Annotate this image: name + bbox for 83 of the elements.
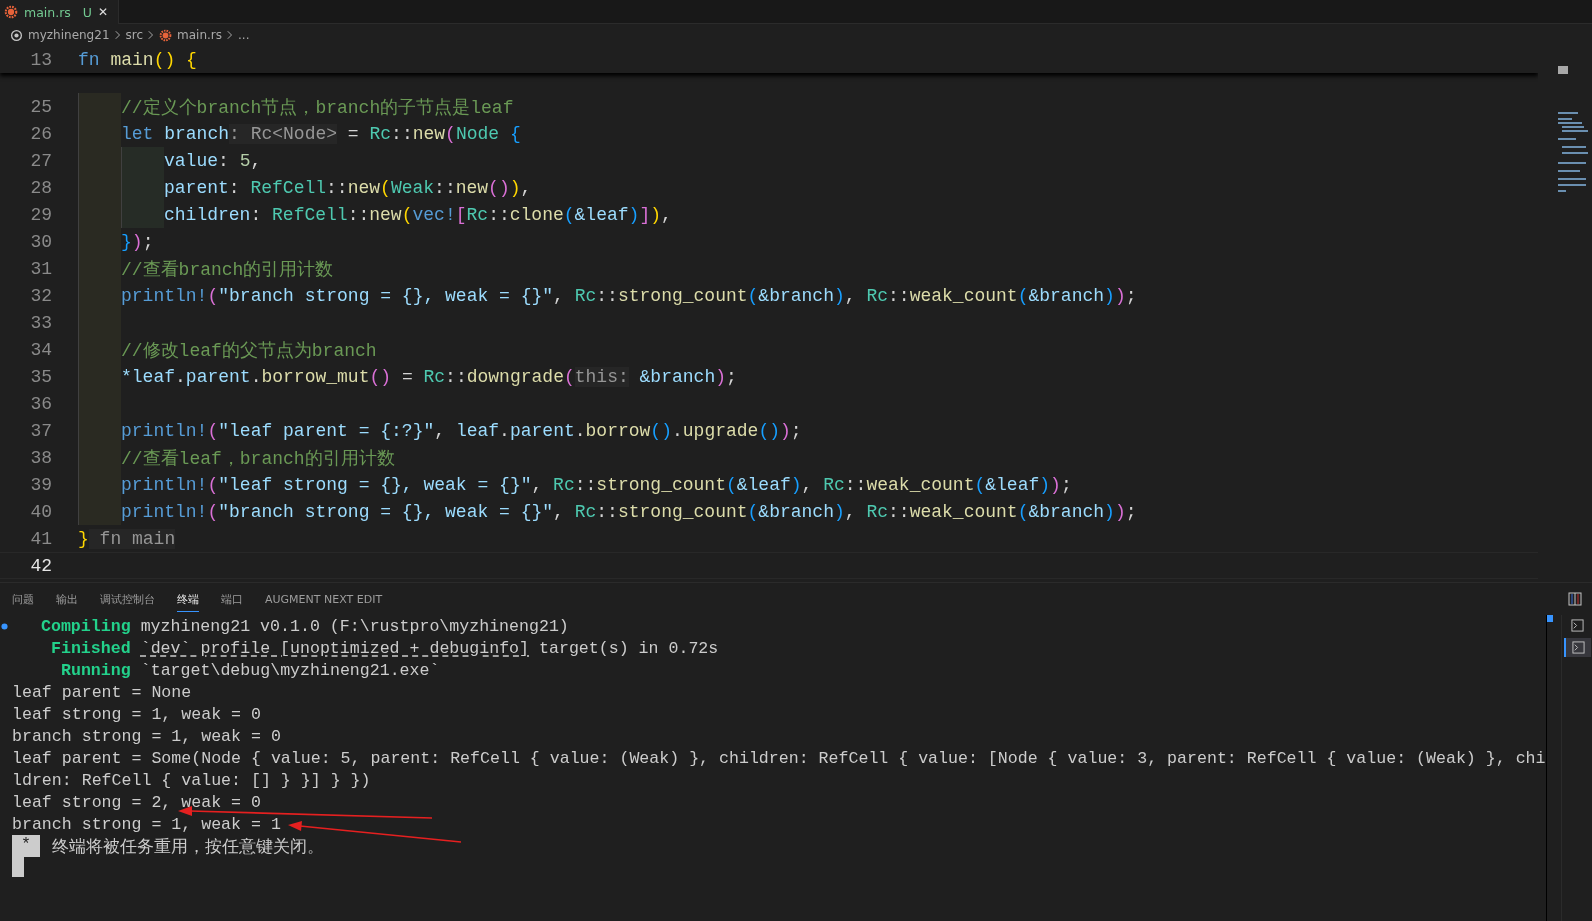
code-line: children: RefCell::new(vec![Rc::clone(&leaf)]), <box>164 204 672 225</box>
terminal-link[interactable]: `dev` profile [unoptimized + debuginfo] <box>140 638 530 658</box>
cargo-status: Running <box>61 660 131 680</box>
gear-icon <box>159 28 173 42</box>
code-line: println!("leaf strong = {}, weak = {}", Rc::strong_count(&leaf), Rc::weak_count(&leaf)); <box>121 474 1072 495</box>
indent-guide <box>78 93 121 120</box>
line-number: 40 <box>29 501 52 522</box>
terminal-text: `target\debug\myzhineng21.exe` <box>140 660 440 680</box>
line-number: 26 <box>29 123 52 144</box>
code-line: let branch: Rc<Node> = Rc::new(Node { <box>121 123 521 144</box>
terminal-message: 终端将被任务重用，按任意键关闭。 <box>52 834 324 858</box>
breadcrumb-item[interactable]: src <box>125 28 144 42</box>
terminal-output: ldren: RefCell { value: [] } }] } }) <box>12 770 371 790</box>
git-status: U <box>82 4 92 20</box>
chevron-icon <box>227 30 234 40</box>
terminal-output: leaf strong = 2, weak = 0 <box>12 792 261 812</box>
panel-tab[interactable]: 输出 <box>56 586 78 612</box>
panel-tab[interactable]: 调试控制台 <box>100 586 155 612</box>
code-line: //查看branch的引用计数 <box>121 258 334 281</box>
close-icon[interactable]: ✕ <box>98 5 109 19</box>
target-icon <box>10 28 23 42</box>
terminal-output: leaf parent = Some(Node { value: 5, parent: RefCell { value: (Weak) }, children: RefCell { value: [Node { value: 3, parent: RefCell { value: (Weak) }, chi <box>12 748 1546 768</box>
status-dot-icon <box>1 623 8 630</box>
code-line: //定义个branch节点，branch的子节点是leaf <box>121 96 514 119</box>
breadcrumb-item[interactable]: main.rs <box>177 28 223 42</box>
indent-guide <box>121 147 164 174</box>
editor-tab[interactable]: main.rs U ✕ <box>0 0 120 24</box>
indent-guide <box>78 498 121 525</box>
panel-tab[interactable]: AUGMENT NEXT EDIT <box>265 587 383 611</box>
terminal-list-item[interactable] <box>1563 638 1591 657</box>
breadcrumb-item[interactable]: myzhineng21 <box>28 28 110 42</box>
chevron-icon <box>148 30 155 40</box>
code-line: }); <box>121 231 154 252</box>
line-number: 42 <box>29 555 52 576</box>
code-line: println!("branch strong = {}, weak = {}", Rc::strong_count(&branch), Rc::weak_count(&branch)); <box>121 501 1137 522</box>
code-line: parent: RefCell::new(Weak::new()), <box>164 177 532 198</box>
line-number: 41 <box>29 528 52 549</box>
line-number: 38 <box>29 447 52 468</box>
line-number: 32 <box>29 285 52 306</box>
line-number: 30 <box>29 231 52 252</box>
scrollbar-thumb[interactable] <box>1547 615 1553 622</box>
panel-tab[interactable]: 端口 <box>221 586 243 612</box>
code-line: value: 5, <box>164 150 262 171</box>
line-number: 35 <box>29 366 52 387</box>
chevron-icon <box>114 30 121 40</box>
cargo-status: Compiling <box>41 616 131 636</box>
terminal-icon <box>1571 641 1585 654</box>
terminal-output: leaf parent = None <box>12 682 192 702</box>
breadcrumb-item[interactable]: ... <box>238 28 250 42</box>
code-line: //修改leaf的父节点为branch <box>121 339 377 362</box>
line-number: 34 <box>29 339 52 360</box>
terminal-text: target(s) in 0.72s <box>539 638 719 658</box>
terminal-output: branch strong = 1, weak = 0 <box>12 726 281 746</box>
terminal-cursor <box>12 857 24 877</box>
terminal-cursor: * <box>12 835 40 857</box>
code-line: } fn main <box>78 528 176 549</box>
code-line: println!("branch strong = {}, weak = {}", Rc::strong_count(&branch), Rc::weak_count(&branch)); <box>121 285 1137 306</box>
line-number: 31 <box>29 258 52 279</box>
code-line: //查看leaf，branch的引用计数 <box>121 447 395 470</box>
sticky-scroll-header[interactable]: 13 fn main() { <box>0 46 1538 73</box>
line-number: 29 <box>29 204 52 225</box>
line-number: 37 <box>29 420 52 441</box>
terminal-icon[interactable] <box>1570 619 1584 632</box>
code-line: *leaf.parent.borrow_mut() = Rc::downgrade(this: &branch); <box>121 366 737 387</box>
line-number: 28 <box>29 177 52 198</box>
terminal-output: branch strong = 1, weak = 1 <box>12 814 281 834</box>
line-number: 13 <box>29 49 52 70</box>
line-number: 33 <box>29 312 52 333</box>
terminal-text: myzhineng21 v0.1.0 (F:\rustpro\myzhineng21) <box>140 616 569 636</box>
panel-tab[interactable]: 问题 <box>12 586 34 612</box>
split-icon[interactable] <box>1568 592 1582 606</box>
code-line: println!("leaf parent = {:?}", leaf.parent.borrow().upgrade()); <box>121 420 802 441</box>
line-number: 39 <box>29 474 52 495</box>
line-number: 36 <box>29 393 52 414</box>
cargo-status: Finished <box>51 638 131 658</box>
line-number: 25 <box>29 96 52 117</box>
gear-icon <box>4 5 18 19</box>
code-line: fn main() { <box>78 49 197 70</box>
panel-tab[interactable]: 终端 <box>177 586 199 612</box>
indent-guide <box>121 201 164 228</box>
tab-filename: main.rs <box>24 4 71 20</box>
terminal-output: leaf strong = 1, weak = 0 <box>12 704 261 724</box>
line-number: 27 <box>29 150 52 171</box>
